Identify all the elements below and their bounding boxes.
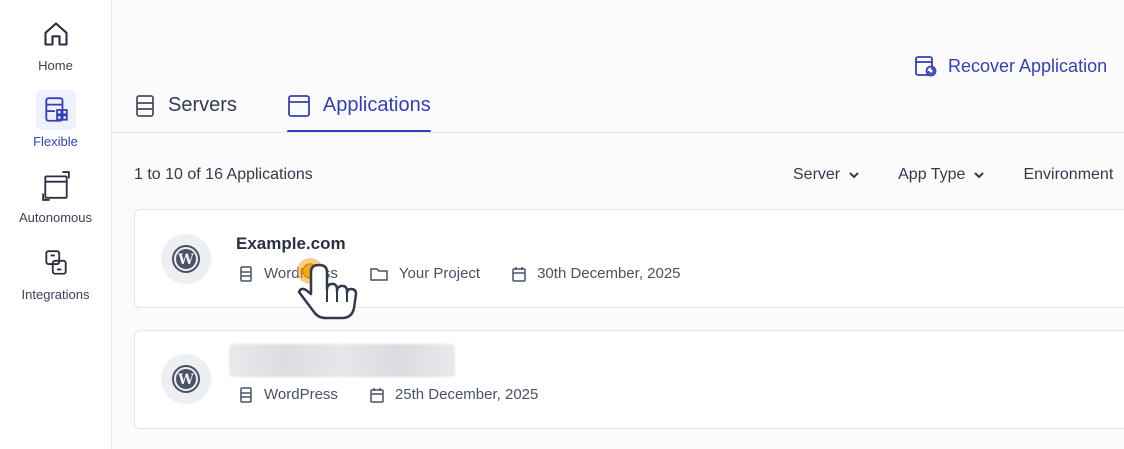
filter-server[interactable]: Server xyxy=(793,166,860,184)
app-date-label: 25th December, 2025 xyxy=(394,386,539,403)
app-type: WordPress xyxy=(239,386,338,403)
app-date: 30th December, 2025 xyxy=(512,265,681,282)
tab-label: Servers xyxy=(168,94,237,116)
application-meta: WordPress Your Project 30th December, 20… xyxy=(239,265,713,282)
wordpress-icon: W xyxy=(161,354,211,404)
window-icon xyxy=(288,95,310,117)
application-card[interactable]: W Example.com WordPress Your Project 30t… xyxy=(134,209,1124,308)
svg-text:W: W xyxy=(177,372,194,388)
applications-count: 1 to 10 of 16 Applications xyxy=(134,166,313,183)
filter-app-type[interactable]: App Type xyxy=(898,166,985,184)
recover-icon xyxy=(915,56,937,77)
tab-label: Applications xyxy=(322,94,431,116)
app-project-label: Your Project xyxy=(398,265,481,282)
app-type: WordPress xyxy=(239,265,338,282)
tab-servers[interactable]: Servers xyxy=(134,90,237,133)
sidebar-item-label: Home xyxy=(38,58,73,73)
tab-bar: Servers Applications xyxy=(134,90,481,133)
recover-application-label: Recover Application xyxy=(948,55,1108,76)
sidebar-item-autonomous[interactable]: Autonomous xyxy=(0,166,111,225)
application-name[interactable]: Example.com xyxy=(236,234,346,254)
flexible-icon xyxy=(35,90,76,130)
server-icon xyxy=(240,386,252,403)
sidebar: Home Flexible Autonomous Integrations xyxy=(0,0,112,449)
sidebar-item-integrations[interactable]: Integrations xyxy=(0,243,111,302)
filter-label: Server xyxy=(793,166,841,183)
chevron-down-icon xyxy=(849,172,859,179)
sidebar-item-label: Integrations xyxy=(21,287,90,302)
svg-text:W: W xyxy=(177,252,194,268)
filter-environment[interactable]: Environment xyxy=(1023,166,1113,184)
sidebar-item-label: Flexible xyxy=(33,134,78,149)
recover-application-button[interactable]: Recover Application xyxy=(914,54,1107,78)
sidebar-item-flexible[interactable]: Flexible xyxy=(0,90,111,149)
application-card[interactable]: W WordPress 25th December, 2025 xyxy=(134,330,1124,429)
filter-bar: Server App Type Environment xyxy=(793,166,1124,184)
main-content: Recover Application Servers Applications… xyxy=(112,0,1124,449)
calendar-icon xyxy=(512,266,526,282)
calendar-icon xyxy=(370,387,384,403)
app-type-label: WordPress xyxy=(264,265,338,282)
server-icon xyxy=(240,265,252,282)
app-date-label: 30th December, 2025 xyxy=(537,265,681,282)
tab-divider xyxy=(112,132,1124,133)
sidebar-item-home[interactable]: Home xyxy=(0,14,111,73)
chevron-down-icon xyxy=(974,172,985,179)
home-icon xyxy=(36,14,76,54)
app-date: 25th December, 2025 xyxy=(370,386,538,403)
wordpress-icon: W xyxy=(161,234,211,284)
autonomous-icon xyxy=(36,166,76,206)
sidebar-item-label: Autonomous xyxy=(19,210,92,225)
folder-icon xyxy=(370,267,388,281)
tab-applications[interactable]: Applications xyxy=(286,90,431,133)
filter-label: App Type xyxy=(898,166,966,183)
application-meta: WordPress 25th December, 2025 xyxy=(239,386,570,403)
app-project: Your Project xyxy=(370,265,480,282)
application-name-redacted[interactable] xyxy=(229,344,455,377)
filter-label: Environment xyxy=(1023,166,1114,183)
app-type-label: WordPress xyxy=(264,386,338,403)
integrations-icon xyxy=(36,243,76,283)
server-icon xyxy=(136,95,154,117)
